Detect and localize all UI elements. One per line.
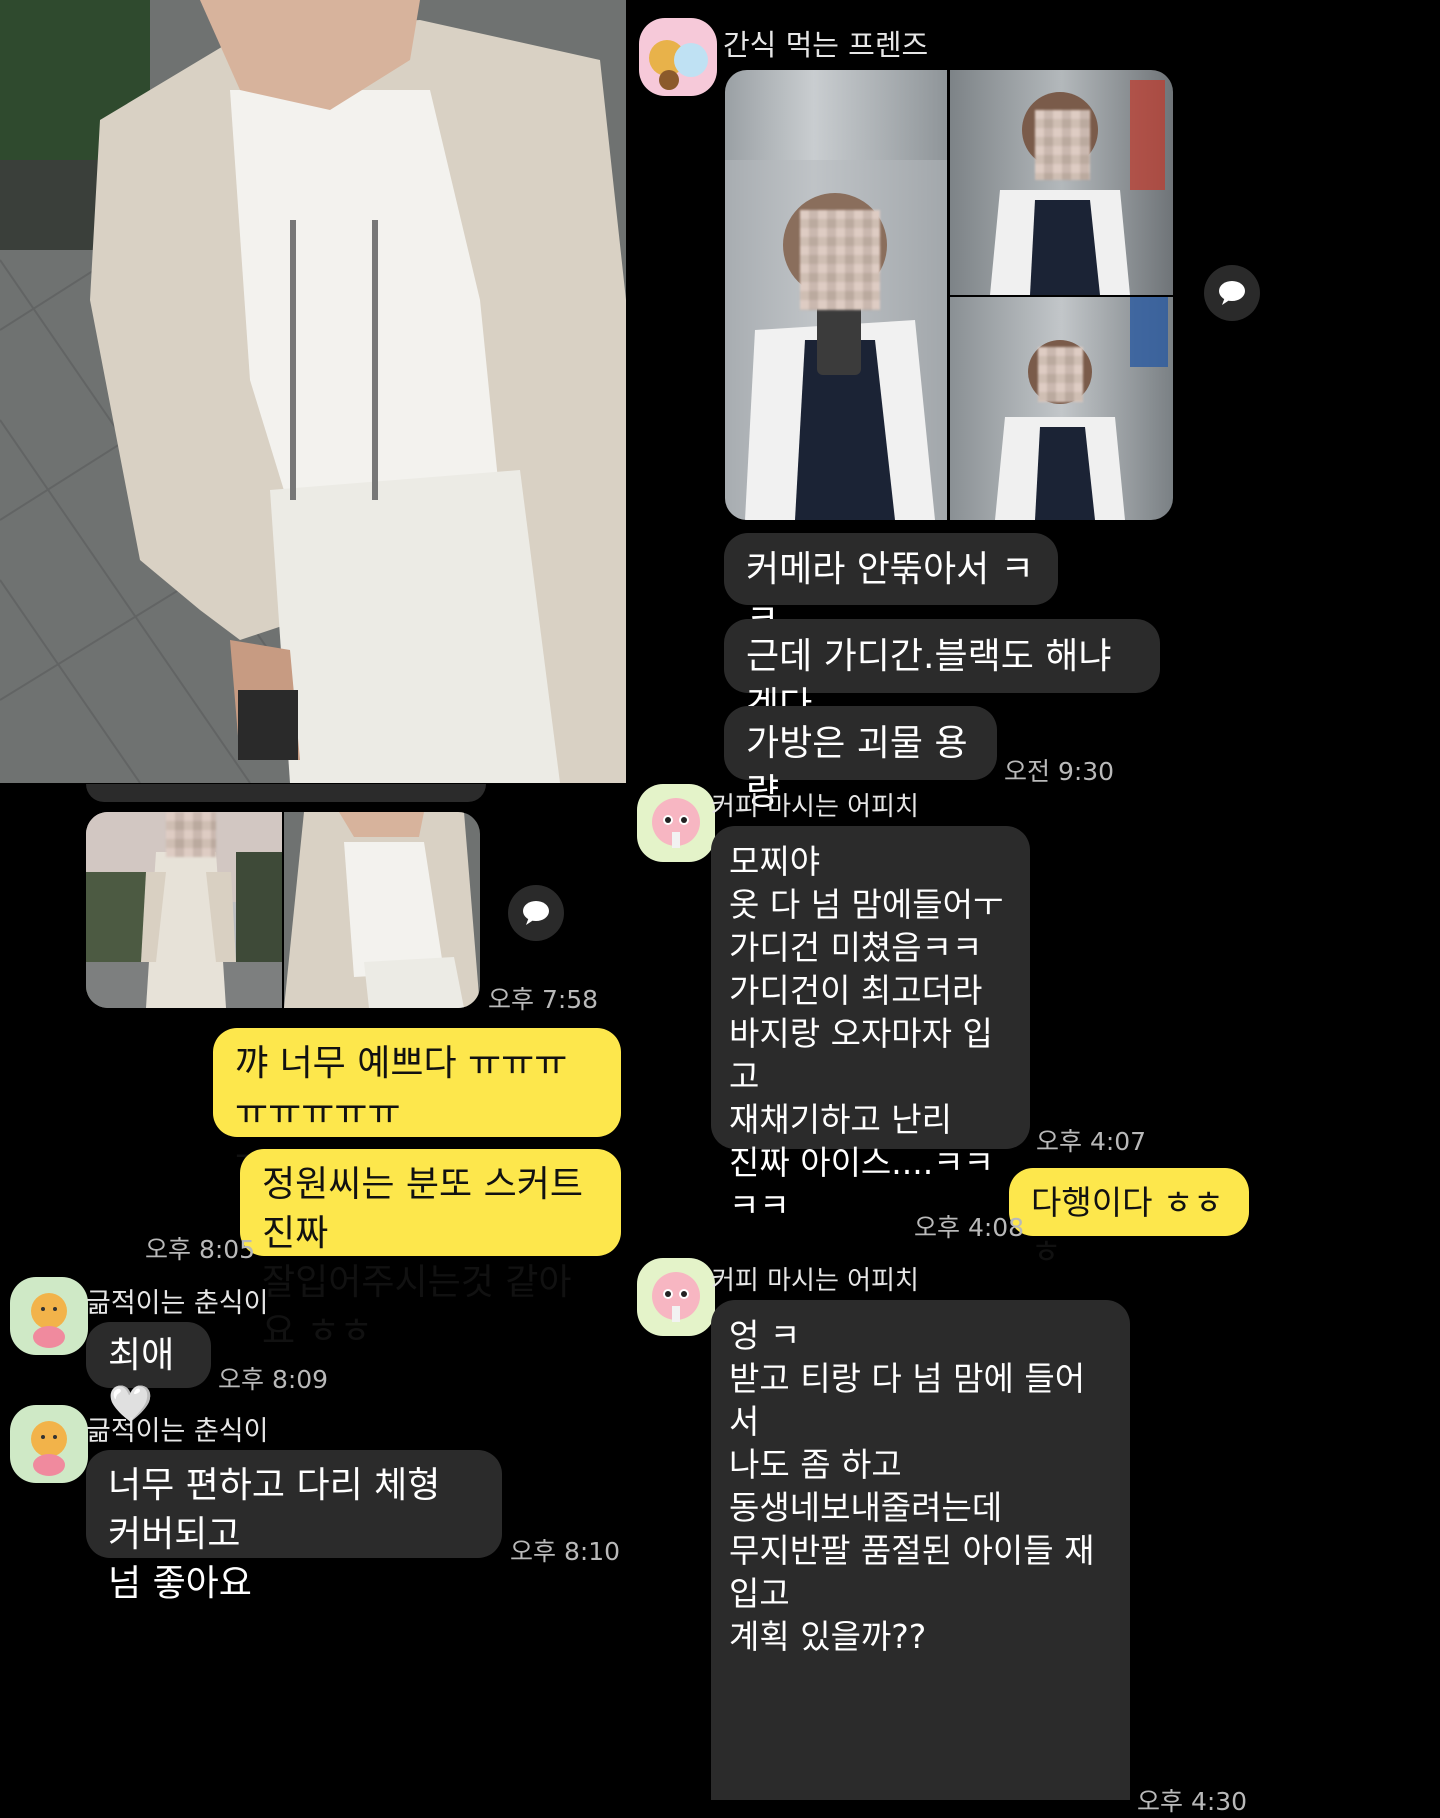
my-message[interactable]: 다행이다 ㅎㅎㅎ	[1009, 1168, 1249, 1271]
message-time: 오후 8:10	[510, 1537, 621, 1566]
chat-message[interactable]: 모찌야 옷 다 넘 맘에들어ㅜ 가디건 미쳤음ㅋㅋ 가디건이 최고더라 바지랑 …	[711, 826, 1030, 1225]
outfit-photo-illustration	[0, 0, 626, 783]
face-mosaic	[166, 812, 216, 857]
message-time: 오후 8:09	[218, 1365, 329, 1394]
choonsik-avatar-icon[interactable]	[10, 1277, 88, 1355]
share-button[interactable]	[508, 885, 564, 941]
face-mosaic	[1038, 347, 1083, 402]
message-time: 오전 9:30	[1004, 757, 1115, 786]
message-time: 오후 4:30	[1137, 1787, 1248, 1816]
selfie-photo-top[interactable]	[950, 70, 1173, 295]
selfie-photo-large[interactable]	[725, 70, 947, 520]
face-mosaic	[800, 210, 880, 310]
sender-name: 커피 마시는 어피치	[711, 1266, 919, 1296]
sender-name: 커피 마시는 어피치	[711, 792, 919, 822]
share-button[interactable]	[1204, 265, 1260, 321]
chat-message[interactable]: 근데 가디간.블랙도 해냐겟다	[724, 619, 1160, 726]
chat-message[interactable]: 너무 편하고 다리 체형 커버되고 넘 좋아요	[86, 1450, 502, 1604]
chat-room-name: 간식 먹는 프렌즈	[723, 28, 929, 62]
shared-photo-close-up[interactable]	[284, 812, 480, 1008]
message-time: 오후 4:07	[1036, 1127, 1147, 1156]
sender-name: 긂적이는 춘식이	[86, 1416, 269, 1447]
chat-message[interactable]: 최애🤍	[86, 1322, 211, 1425]
selfie-photo-bottom[interactable]	[950, 297, 1173, 520]
chat-message[interactable]: 가방은 괴물 용량	[724, 706, 997, 813]
my-message[interactable]: 정원씨는 분또 스커트 진짜 잘입어주시는것 같아요 ㅎㅎ	[240, 1149, 621, 1352]
speech-bubble-icon	[523, 901, 549, 925]
face-mosaic	[1035, 110, 1090, 180]
friends-avatar-icon[interactable]	[639, 18, 717, 96]
my-message[interactable]: 꺄 너무 예쁘다 ㅠㅠㅠㅠㅠㅠㅠㅠ ㅠ	[213, 1028, 621, 1182]
speech-bubble-icon	[1219, 281, 1245, 305]
message-time: 오후 7:58	[488, 985, 599, 1014]
choonsik-avatar-icon[interactable]	[10, 1405, 88, 1483]
outfit-photo-main[interactable]	[0, 0, 626, 783]
message-time: 오후 8:05	[145, 1235, 256, 1264]
shared-photo-full-body[interactable]	[86, 812, 282, 1008]
chat-message[interactable]: 커메라 안뚞아서 ㅋㅋ	[724, 533, 1058, 639]
cutoff-bubble	[86, 784, 486, 802]
apeach-avatar-icon[interactable]	[637, 784, 715, 862]
message-time: 오후 4:08	[914, 1213, 1025, 1242]
chat-message[interactable]: 엉 ㅋ 받고 티랑 다 넘 맘에 들어서 나도 좀 하고 동생네보내줄려는데 무…	[711, 1300, 1130, 1800]
sender-name: 긂적이는 춘식이	[86, 1288, 269, 1319]
apeach-avatar-icon[interactable]	[637, 1258, 715, 1336]
